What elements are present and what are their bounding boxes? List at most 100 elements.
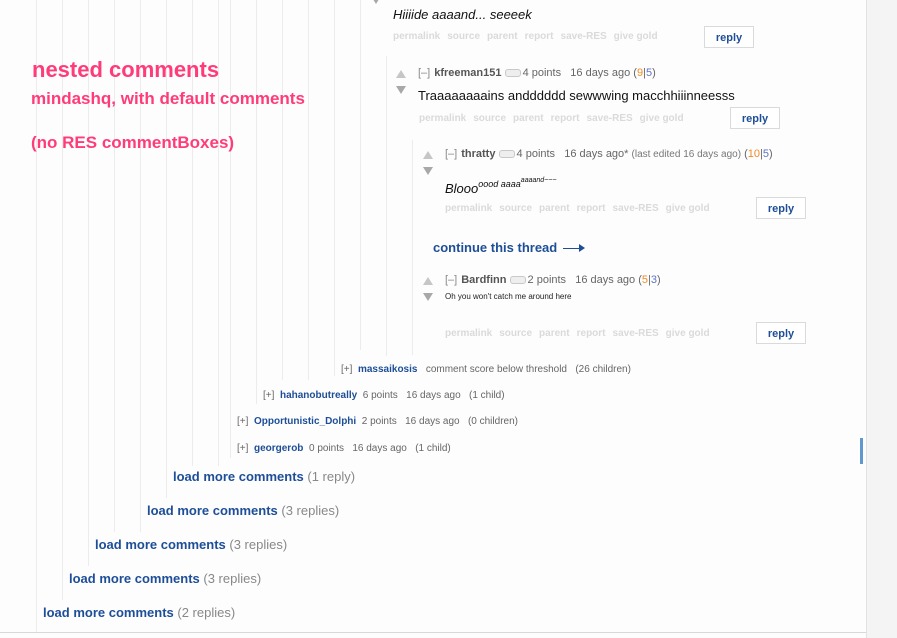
upvote-arrow-icon[interactable] [423,151,433,159]
source-button[interactable]: source [473,113,506,124]
reply-button[interactable]: reply [756,197,806,219]
score-icon [504,69,521,78]
collapsed-comment: [+] Opportunistic_Dolphi 2 points 16 day… [237,416,518,427]
save-res-button[interactable]: save-RES [587,113,633,124]
comment-body: Blooooood aaaaaaaand~~~ [445,177,557,196]
collapse-toggle[interactable]: [–] [445,274,457,286]
collapsed-info: comment score below threshold [425,364,567,375]
comment-action-buttons: permalink source parent report save-RES give … [445,328,717,339]
nest-guide-line [256,0,257,404]
comment-author[interactable]: thratty [461,148,495,160]
give-gold-button[interactable]: give gold [614,31,658,42]
arrow-right-icon [563,244,586,253]
comment-tagline: [–] kfreeman151 4 points 16 days ago (9|5… [418,67,656,79]
reply-count: (3 replies) [281,503,340,518]
report-button[interactable]: report [577,203,606,214]
comment-author[interactable]: hahanobutreally [280,390,357,401]
vote-arrows [395,70,407,94]
comment-action-buttons: permalink source parent report save-RES give … [419,113,691,124]
comment-author[interactable]: Bardfinn [461,274,506,286]
expand-toggle[interactable]: [+] [263,390,274,401]
load-more-comments: load more comments (3 replies) [95,537,287,552]
expand-toggle[interactable]: [+] [237,443,248,454]
upvote-arrow-icon[interactable] [396,70,406,78]
collapse-toggle[interactable]: [–] [418,67,430,79]
collapsed-comment: [+] hahanobutreally 6 points 16 days ago… [263,390,505,401]
load-more-link[interactable]: load more comments [95,537,226,552]
comment-action-buttons: permalink source parent report save-RES give … [393,31,665,42]
score-icon [498,150,515,159]
upvote-arrow-icon[interactable] [423,277,433,285]
load-more-link[interactable]: load more comments [173,469,304,484]
nest-guide-line [360,0,361,350]
collapsed-info: 2 points 16 days ago [361,416,460,427]
load-more-comments: load more comments (1 reply) [173,469,355,484]
scroll-position-marker [860,438,863,464]
reply-button[interactable]: reply [704,26,754,48]
vote-breakdown: (10|5) [744,148,773,160]
nest-guide-line [334,0,335,376]
source-button[interactable]: source [499,203,532,214]
vote-breakdown: (5|3) [638,274,661,286]
load-more-link[interactable]: load more comments [69,571,200,586]
nest-guide-line [88,0,89,566]
give-gold-button[interactable]: give gold [666,203,710,214]
children-count: (0 children) [467,416,518,427]
downvote-arrow-icon[interactable] [423,167,433,175]
source-button[interactable]: source [447,31,480,42]
comment-points: 4 points [522,67,562,79]
comment-body: Hiiiide aaaand... seeeek [393,7,532,22]
vote-arrows [422,277,434,301]
collapse-toggle[interactable]: [–] [445,148,457,160]
continue-thread-link[interactable]: continue this thread [433,240,586,255]
comment-tagline: [–] thratty 4 points 16 days ago* (last e… [445,148,773,160]
reply-count: (3 replies) [203,571,262,586]
collapsed-comment: [+] massaikosis comment score below thre… [341,364,631,375]
comment-author[interactable]: kfreeman151 [434,67,501,79]
load-more-link[interactable]: load more comments [147,503,278,518]
bottom-divider [0,632,866,633]
report-button[interactable]: report [577,328,606,339]
reply-button[interactable]: reply [756,322,806,344]
parent-button[interactable]: parent [487,31,518,42]
downvote-arrow-icon[interactable] [396,86,406,94]
vote-arrows [370,0,382,4]
nest-guide-line [282,0,283,380]
comment-points: 2 points [527,274,567,286]
save-res-button[interactable]: save-RES [613,328,659,339]
comment-author[interactable]: massaikosis [358,364,418,375]
permalink-button[interactable]: permalink [445,203,492,214]
give-gold-button[interactable]: give gold [666,328,710,339]
downvote-arrow-icon[interactable] [371,0,381,4]
report-button[interactable]: report [551,113,580,124]
save-res-button[interactable]: save-RES [561,31,607,42]
permalink-button[interactable]: permalink [419,113,466,124]
permalink-button[interactable]: permalink [445,328,492,339]
save-res-button[interactable]: save-RES [613,203,659,214]
edited-note: (last edited 16 days ago) [631,149,742,160]
expand-toggle[interactable]: [+] [237,416,248,427]
reply-button[interactable]: reply [730,107,780,129]
comment-age: 16 days ago [570,67,631,79]
nest-guide-line [230,0,231,458]
parent-button[interactable]: parent [539,328,570,339]
permalink-button[interactable]: permalink [393,31,440,42]
source-button[interactable]: source [499,328,532,339]
comment-author[interactable]: Opportunistic_Dolphi [254,416,356,427]
comment-action-buttons: permalink source parent report save-RES give … [445,203,717,214]
collapsed-comment: [+] georgerob 0 points 16 days ago (1 ch… [237,443,451,454]
comment-body: Traaaaaaaains andddddd sewwwing macchhii… [418,88,735,103]
parent-button[interactable]: parent [513,113,544,124]
load-more-link[interactable]: load more comments [43,605,174,620]
reply-count: (3 replies) [229,537,288,552]
children-count: (26 children) [575,364,631,375]
nest-guide-line [412,140,413,355]
expand-toggle[interactable]: [+] [341,364,352,375]
downvote-arrow-icon[interactable] [423,293,433,301]
score-icon [509,276,526,285]
comment-author[interactable]: georgerob [254,443,303,454]
vote-breakdown: (9|5) [633,67,656,79]
report-button[interactable]: report [525,31,554,42]
give-gold-button[interactable]: give gold [640,113,684,124]
parent-button[interactable]: parent [539,203,570,214]
